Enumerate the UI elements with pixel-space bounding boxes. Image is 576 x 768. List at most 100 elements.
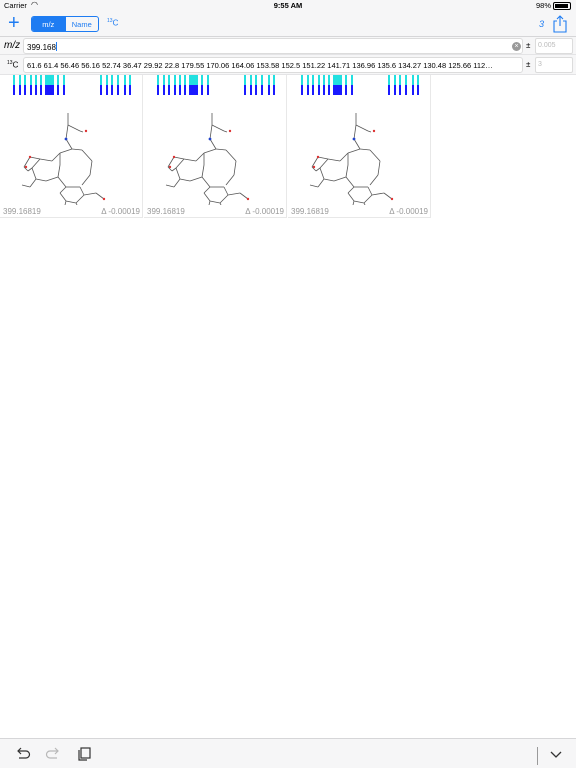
molecule-bond [239, 192, 249, 200]
spectrum-candidate-bar [63, 75, 65, 85]
redo-icon[interactable] [45, 746, 61, 762]
spectrum-match-bar [45, 85, 54, 95]
result-cell[interactable]: 399.16819 Δ -0.00019 [288, 75, 431, 218]
spectrum-match-bar [179, 85, 181, 95]
molecule-bond [355, 124, 369, 132]
spectrum-candidate-bar [388, 75, 390, 85]
molecule-bond [339, 152, 349, 162]
molecule-bond [29, 156, 41, 160]
c13-tolerance-input[interactable]: 3 [535, 57, 573, 73]
spectrum-candidate-bar [184, 75, 186, 85]
result-cell[interactable]: 399.16819 Δ -0.00019 [144, 75, 287, 218]
molecule-bond [371, 192, 385, 196]
segment-name[interactable]: Name [64, 17, 99, 31]
molecule-bond [353, 200, 365, 204]
spectrum-match-bar [307, 85, 309, 95]
molecule-bond [29, 178, 37, 188]
molecule-bond [173, 178, 181, 188]
status-bar: Carrier ◠ 9:55 AM 98% [0, 0, 576, 12]
copy-icon[interactable] [76, 746, 92, 762]
molecule-bond [71, 148, 83, 151]
spectrum-match-bar [24, 85, 26, 95]
mz-search-row: m/z 399.168 × ± 0.005 [0, 37, 576, 55]
spectrum-match-bar [19, 85, 21, 95]
spectrum-candidate-bar [351, 75, 353, 85]
spectrum-match-bar [328, 85, 330, 95]
spectrum-candidate-bar [45, 75, 54, 85]
molecule-bond [81, 149, 93, 162]
molecule-bond [31, 167, 37, 180]
spectrum-candidate-bar [124, 75, 126, 85]
c13-toggle-button[interactable]: 13C [107, 18, 118, 28]
c13-shifts-input[interactable]: 61.6 61.4 56.46 56.16 52.74 36.47 29.92 … [23, 57, 523, 73]
undo-icon[interactable] [15, 746, 31, 762]
spectrum-candidate-bar [323, 75, 325, 85]
spectrum-match-bar [207, 85, 209, 95]
spectrum-match-bar [394, 85, 396, 95]
result-cell[interactable]: 399.16819 Δ -0.00019 [0, 75, 143, 218]
spectrum-candidate-bar [40, 75, 42, 85]
molecule-bond [75, 194, 85, 204]
spectrum-match-bar [399, 85, 401, 95]
molecule-bond [347, 186, 355, 194]
segment-mz[interactable]: m/z [32, 17, 65, 31]
oxygen-atom [312, 165, 316, 169]
spectrum-match-bar [323, 85, 325, 95]
c13-shift-row: 13C 61.6 61.4 56.46 56.16 52.74 36.47 29… [0, 55, 576, 75]
spectrum-match-bar [351, 85, 353, 95]
spectrum-match-bar [168, 85, 170, 95]
share-icon[interactable] [553, 15, 567, 33]
search-mode-segmented-control[interactable]: m/z Name [31, 16, 99, 32]
molecule-bond [59, 148, 73, 154]
plus-minus-label: ± [526, 41, 531, 50]
spectrum-candidate-bar [307, 75, 309, 85]
spectrum-candidate-bar [312, 75, 314, 85]
molecule-bond [209, 138, 217, 150]
oxygen-atom [316, 155, 320, 159]
clear-icon[interactable]: × [512, 42, 521, 51]
c13-label: 13C [7, 60, 19, 70]
molecule-bond [323, 178, 335, 182]
spectrum-candidate-bar [24, 75, 26, 85]
molecule-bond [317, 156, 329, 160]
molecule-bond [83, 192, 97, 196]
molecule-bond [65, 124, 69, 140]
molecule-bond [223, 186, 229, 196]
oxygen-atom [372, 129, 376, 133]
chevron-down-icon[interactable] [548, 746, 564, 762]
spectrum-match-bar [250, 85, 252, 95]
spectrum-match-bar [174, 85, 176, 95]
molecule-bond [359, 148, 371, 151]
spectrum-candidate-bar [318, 75, 320, 85]
molecule-bond [57, 164, 61, 178]
plus-minus-label: ± [526, 60, 531, 69]
spectrum-candidate-bar [168, 75, 170, 85]
spectrum-match-bar [163, 85, 165, 95]
molecule-bond [59, 192, 67, 202]
spectrum-candidate-bar [345, 75, 347, 85]
spectrum-match-bar [189, 85, 198, 95]
molecule-bond [75, 202, 78, 205]
spectrum-candidate-bar [301, 75, 303, 85]
spectrum-candidate-bar [57, 75, 59, 85]
spectrum-candidate-bar [19, 75, 21, 85]
molecule-bond [203, 186, 211, 194]
spectrum-candidate-bar [268, 75, 270, 85]
mz-tolerance-input[interactable]: 0.005 [535, 38, 573, 54]
molecule-bond [183, 158, 197, 162]
molecule-bond [171, 167, 177, 172]
molecule-bond [64, 200, 67, 205]
spectrum-match-bar [157, 85, 159, 95]
result-mass: 399.16819 [147, 207, 185, 216]
plus-icon[interactable]: + [8, 13, 20, 33]
molecule-bond [319, 167, 325, 180]
molecule-bond [319, 158, 329, 169]
spectrum-match-bar [117, 85, 119, 95]
spectrum-candidate-bar [111, 75, 113, 85]
spectrum-candidate-bar [394, 75, 396, 85]
spectrum-candidate-bar [417, 75, 419, 85]
molecule-bond [59, 186, 67, 194]
molecule-bond [353, 124, 357, 140]
mz-input[interactable]: 399.168 [23, 38, 523, 54]
molecule-bond [31, 158, 41, 169]
